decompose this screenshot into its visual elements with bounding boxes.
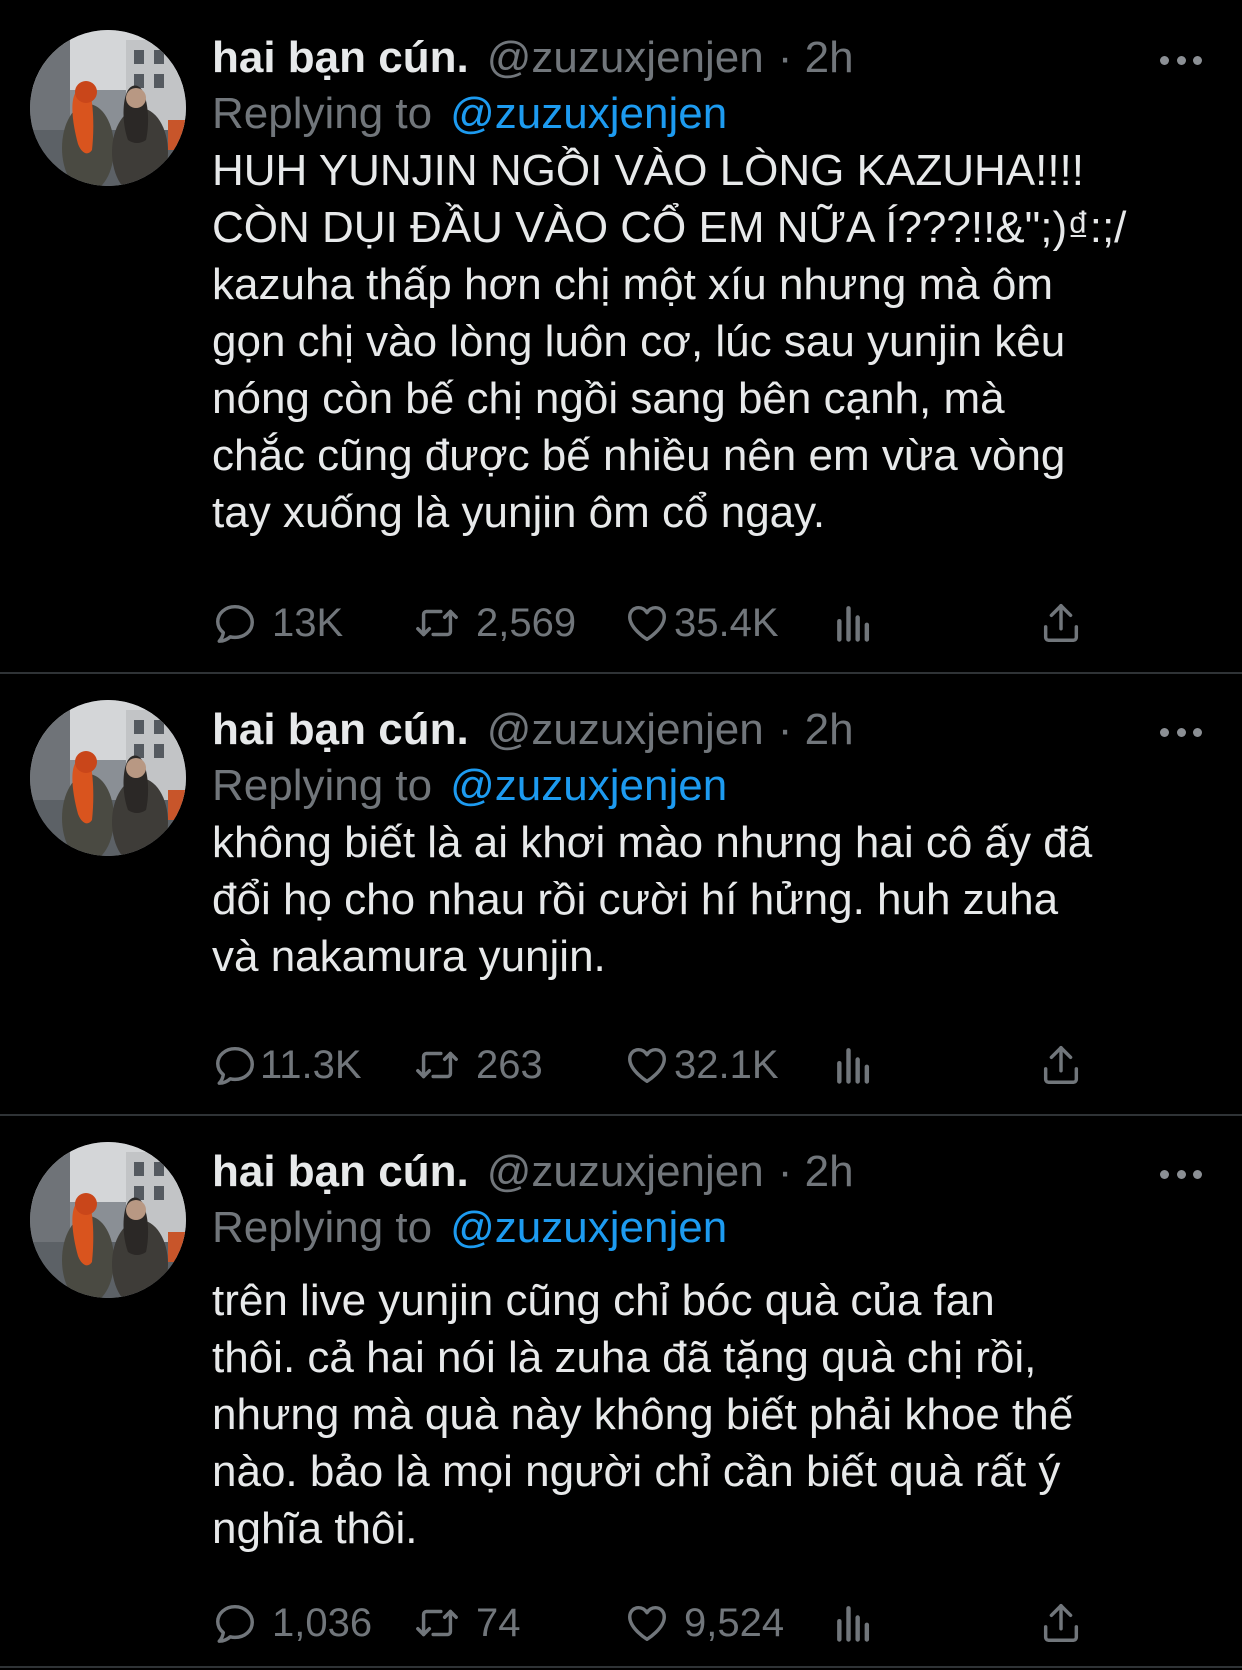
retweet-icon — [412, 600, 462, 646]
replying-to: Replying to @zuzuxjenjen — [212, 758, 727, 814]
share-icon — [1038, 600, 1084, 646]
avatar[interactable] — [30, 1142, 186, 1298]
replying-to: Replying to @zuzuxjenjen — [212, 1200, 727, 1256]
analytics-icon — [832, 1043, 876, 1087]
tweet-text: HUH YUNJIN NGỒI VÀO LÒNG KAZUHA!!!! CÒN … — [212, 142, 1212, 541]
reply-icon — [212, 600, 258, 646]
tweet-text-line: CÒN DỤI ĐẦU VÀO CỔ EM NỮA Í???!!&";)₫:;/ — [212, 203, 1127, 252]
replying-to-link[interactable]: @zuzuxjenjen — [450, 89, 727, 139]
retweet-count: 2,569 — [476, 600, 577, 645]
retweet-button[interactable]: 263 — [412, 1040, 543, 1090]
reply-count: 1,036 — [272, 1600, 373, 1645]
avatar[interactable] — [30, 700, 186, 856]
retweet-button[interactable]: 2,569 — [412, 598, 576, 648]
more-icon[interactable] — [1160, 728, 1202, 738]
share-icon — [1038, 1042, 1084, 1088]
reply-icon — [212, 1600, 258, 1646]
heart-icon — [624, 600, 670, 646]
like-count: 9,524 — [684, 1600, 785, 1645]
analytics-icon — [832, 1601, 876, 1645]
tweet-1[interactable]: hai bạn cún. @zuzuxjenjen · 2h Replying … — [0, 0, 1242, 672]
analytics-button[interactable] — [832, 1598, 876, 1648]
reply-count: 11.3K — [260, 1042, 362, 1087]
timestamp[interactable]: · 2h — [778, 33, 854, 83]
tweet-2[interactable]: hai bạn cún. @zuzuxjenjen · 2h Replying … — [0, 672, 1242, 1114]
replying-to-label: Replying to — [212, 89, 433, 138]
tweet-text-line: và nakamura yunjin. — [212, 932, 606, 981]
retweet-icon — [412, 1042, 462, 1088]
more-icon[interactable] — [1160, 1170, 1202, 1180]
share-button[interactable] — [1038, 598, 1084, 648]
like-count: 35.4K — [674, 600, 779, 645]
tweet-text-line: nghĩa thôi. — [212, 1504, 418, 1553]
tweet-text-line: nóng còn bế chị ngồi sang bên cạnh, mà — [212, 374, 1005, 423]
replying-to: Replying to @zuzuxjenjen — [212, 86, 727, 142]
share-button[interactable] — [1038, 1040, 1084, 1090]
heart-icon — [624, 1600, 670, 1646]
tweet-3[interactable]: hai bạn cún. @zuzuxjenjen · 2h Replying … — [0, 1114, 1242, 1670]
retweet-count: 74 — [476, 1600, 521, 1645]
retweet-button[interactable]: 74 — [412, 1598, 521, 1648]
tweet-text-line: không biết là ai khơi mào nhưng hai cô ấ… — [212, 818, 1093, 867]
tweet-header: hai bạn cún. @zuzuxjenjen · 2h — [212, 702, 854, 758]
tweet-text-line: nhưng mà quà này không biết phải khoe th… — [212, 1390, 1074, 1439]
action-bar: 13K 2,569 35.4K — [212, 598, 1092, 648]
tweet-text-line: thôi. cả hai nói là zuha đã tặng quà chị… — [212, 1333, 1037, 1382]
share-icon — [1038, 1600, 1084, 1646]
author-name[interactable]: hai bạn cún. — [212, 33, 469, 83]
like-button[interactable]: 32.1K — [624, 1040, 779, 1090]
like-button[interactable]: 35.4K — [624, 598, 779, 648]
avatar[interactable] — [30, 30, 186, 186]
author-handle[interactable]: @zuzuxjenjen — [487, 705, 764, 755]
author-name[interactable]: hai bạn cún. — [212, 705, 469, 755]
tweet-text: trên live yunjin cũng chỉ bóc quà của fa… — [212, 1272, 1212, 1557]
author-handle[interactable]: @zuzuxjenjen — [487, 33, 764, 83]
tweet-text-line: gọn chị vào lòng luôn cơ, lúc sau yunjin… — [212, 317, 1066, 366]
replying-to-link[interactable]: @zuzuxjenjen — [450, 1203, 727, 1253]
replying-to-label: Replying to — [212, 761, 433, 810]
reply-button[interactable]: 1,036 — [212, 1598, 372, 1648]
reply-icon — [212, 1042, 258, 1088]
analytics-button[interactable] — [832, 1040, 876, 1090]
reply-count: 13K — [272, 600, 344, 645]
reply-button[interactable]: 11.3K — [212, 1040, 362, 1090]
action-bar: 1,036 74 9,524 — [212, 1598, 1092, 1648]
replying-to-link[interactable]: @zuzuxjenjen — [450, 761, 727, 811]
author-handle[interactable]: @zuzuxjenjen — [487, 1147, 764, 1197]
retweet-count: 263 — [476, 1042, 543, 1087]
tweet-text-line: tay xuống là yunjin ôm cổ ngay. — [212, 488, 826, 537]
tweet-text-line: HUH YUNJIN NGỒI VÀO LÒNG KAZUHA!!!! — [212, 146, 1084, 195]
tweet-header: hai bạn cún. @zuzuxjenjen · 2h — [212, 30, 854, 86]
reply-button[interactable]: 13K — [212, 598, 343, 648]
timestamp[interactable]: · 2h — [778, 705, 854, 755]
divider — [0, 1666, 1242, 1668]
tweet-text-line: đổi họ cho nhau rồi cười hí hửng. huh zu… — [212, 875, 1059, 924]
tweet-text-line: kazuha thấp hơn chị một xíu nhưng mà ôm — [212, 260, 1053, 309]
tweet-text-line: chắc cũng được bế nhiều nên em vừa vòng — [212, 431, 1066, 480]
replying-to-label: Replying to — [212, 1203, 433, 1252]
analytics-button[interactable] — [832, 598, 876, 648]
timestamp[interactable]: · 2h — [778, 1147, 854, 1197]
more-icon[interactable] — [1160, 56, 1202, 66]
tweet-header: hai bạn cún. @zuzuxjenjen · 2h — [212, 1144, 854, 1200]
action-bar: 11.3K 263 32.1K — [212, 1040, 1092, 1090]
tweet-text-line: nào. bảo là mọi người chỉ cần biết quà r… — [212, 1447, 1061, 1496]
analytics-icon — [832, 601, 876, 645]
like-count: 32.1K — [674, 1042, 779, 1087]
heart-icon — [624, 1042, 670, 1088]
retweet-icon — [412, 1600, 462, 1646]
tweet-text-line: trên live yunjin cũng chỉ bóc quà của fa… — [212, 1276, 995, 1325]
share-button[interactable] — [1038, 1598, 1084, 1648]
like-button[interactable]: 9,524 — [624, 1598, 784, 1648]
author-name[interactable]: hai bạn cún. — [212, 1147, 469, 1197]
tweet-text: không biết là ai khơi mào nhưng hai cô ấ… — [212, 814, 1212, 985]
